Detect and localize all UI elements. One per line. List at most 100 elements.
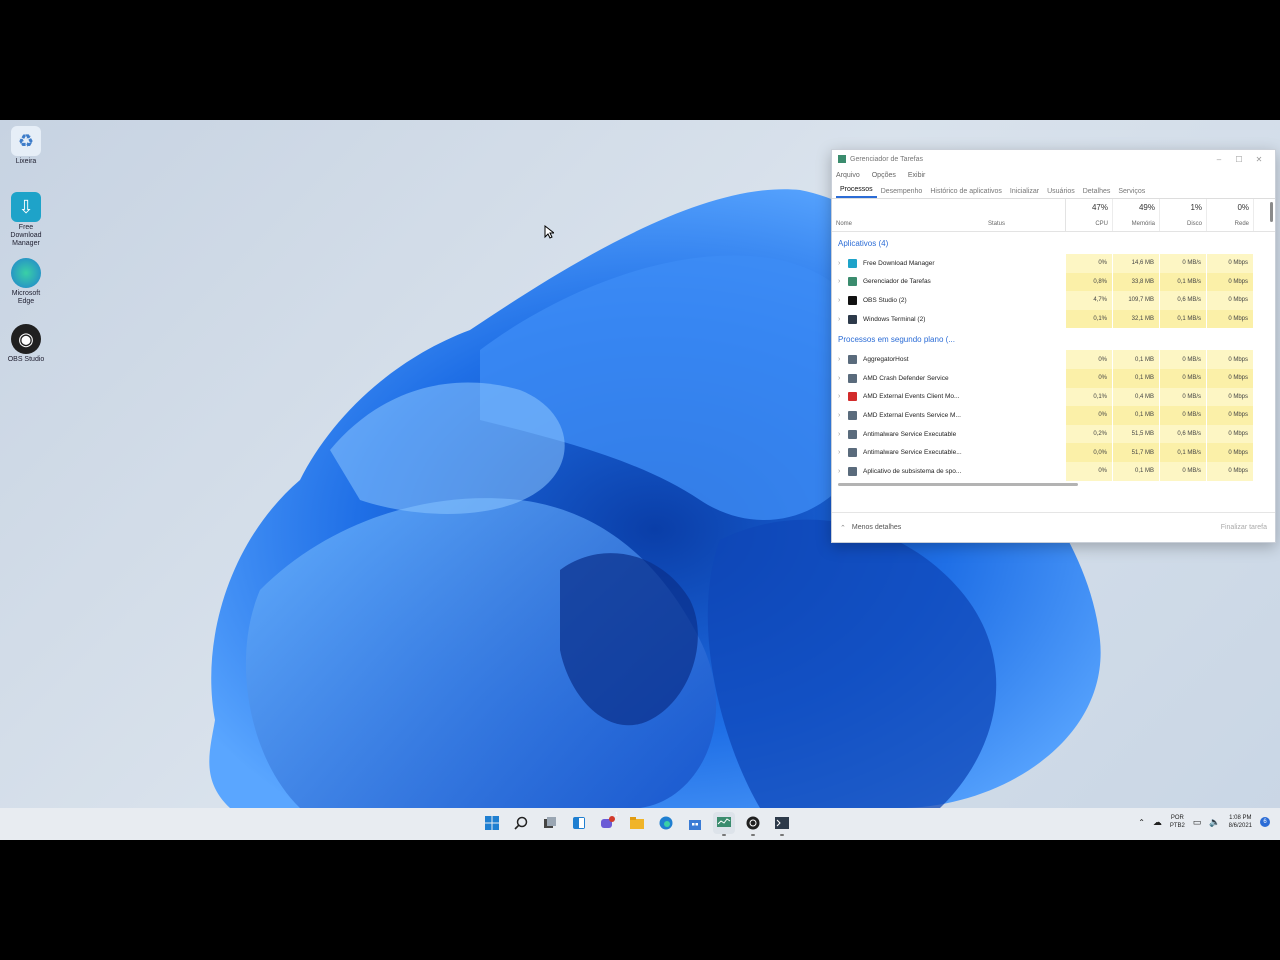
cpu-cell: 0,1% [1066,309,1113,329]
process-name: Aplicativo de subsistema de spo... [863,467,962,475]
process-row[interactable]: › OBS Studio (2) 4,7% 109,7 MB 0,6 MB/s 0 Mbp… [832,291,1275,310]
process-row[interactable]: › Aplicativo de subsistema de spo... 0% 0,1… [832,461,1275,481]
language-indicator[interactable]: POR PTB2 [1170,814,1185,830]
memory-total: 49% [1138,203,1155,212]
menu-exibir[interactable]: Exibir [908,172,926,179]
desktop-icon-label: Microsoft Edge [11,290,41,305]
chevron-right-icon[interactable]: › [838,431,848,438]
process-name-cell: › AMD External Events Service M... [832,410,1066,420]
column-disk[interactable]: 1% Disco [1160,199,1207,231]
process-name: Free Download Manager [863,259,935,267]
clock[interactable]: 1:08 PM 8/6/2021 [1229,814,1252,830]
horizontal-scrollbar[interactable] [838,483,1078,486]
process-row[interactable]: › AMD External Events Service M... 0% 0,1 M… [832,406,1275,425]
cpu-cell: 0% [1066,406,1113,425]
process-row[interactable]: › AMD Crash Defender Service 0% 0,1 MB 0 MB/… [832,368,1275,388]
store-button[interactable] [684,812,706,834]
desktop-icon-free-download-manager[interactable]: ⇩ Free Download Manager [4,192,48,248]
tab-detalhes[interactable]: Detalhes [1079,188,1115,198]
chevron-right-icon[interactable]: › [838,260,848,267]
keyboard-layout: PTB2 [1169,823,1185,829]
maximize-button[interactable]: ☐ [1229,155,1249,164]
desktop-icon-edge[interactable]: Microsoft Edge [4,258,48,306]
title-bar: Gerenciador de Tarefas – ☐ ✕ [832,150,1275,168]
disk-cell: 0 MB/s [1160,406,1207,425]
recycle-bin-icon: ♻ [11,126,41,156]
start-button[interactable] [481,812,503,834]
chevron-up-icon[interactable]: ⌃ [1138,818,1145,827]
process-row[interactable]: › Windows Terminal (2) 0,1% 32,1 MB 0,1 MB/s… [832,309,1275,329]
notification-badge[interactable]: 6 [1260,817,1270,827]
column-memory[interactable]: 49% Memória [1113,199,1160,231]
chevron-right-icon[interactable]: › [838,356,848,363]
obs-taskbar-button[interactable] [742,812,764,836]
file-explorer-button[interactable] [626,812,648,834]
process-group-header[interactable]: Aplicativos (4) [832,232,1275,254]
download-manager-icon: ⇩ [11,192,41,222]
process-icon [848,258,857,268]
chevron-right-icon[interactable]: › [838,393,848,400]
network-cell: 0 Mbps [1207,424,1254,444]
less-details-link[interactable]: Menos detalhes [852,524,901,531]
file-explorer-icon [630,817,644,829]
process-row[interactable]: › AggregatorHost 0% 0,1 MB 0 MB/s 0 Mbps [832,350,1275,369]
process-row[interactable]: › Gerenciador de Tarefas 0,8% 33,8 MB 0,1 MB… [832,272,1275,292]
window-title: Gerenciador de Tarefas [850,155,924,163]
taskbar: 1 ⌃ ☁ POR PTB2 ▭ 🔈 1:08 PM 8/6/2021 6 [0,808,1280,840]
chevron-up-icon: ⌃ [840,524,846,532]
tab-historico[interactable]: Histórico de aplicativos [926,188,1006,198]
cloud-icon[interactable]: ☁ [1153,817,1162,828]
desktop-icon-recycle-bin[interactable]: ♻ Lixeira [4,126,48,166]
chevron-right-icon[interactable]: › [838,375,848,382]
chat-badge: 1 [615,812,618,818]
process-row[interactable]: › AMD External Events Client Mo... 0,1% 0,4… [832,387,1275,407]
disk-cell: 0 MB/s [1160,350,1207,369]
chevron-right-icon[interactable]: › [838,468,848,475]
task-manager-taskbar-button[interactable] [713,812,735,836]
widgets-button[interactable] [568,812,590,834]
tab-desempenho[interactable]: Desempenho [877,188,927,198]
memory-cell: 0,1 MB [1113,461,1160,481]
process-row[interactable]: › Free Download Manager 0% 14,6 MB 0 MB/s 0 M… [832,254,1275,273]
disk-cell: 0,1 MB/s [1160,272,1207,292]
column-network[interactable]: 0% Rede [1207,199,1254,231]
network-cell: 0 Mbps [1207,350,1254,369]
terminal-taskbar-button[interactable] [771,812,793,836]
desktop-screen: ♻ Lixeira ⇩ Free Download Manager Micros… [0,120,1280,840]
network-icon[interactable]: ▭ [1193,817,1202,828]
tab-usuarios[interactable]: Usuários [1043,188,1079,198]
search-button[interactable] [510,812,532,834]
process-name: Antimalware Service Executable... [863,449,962,457]
chevron-right-icon[interactable]: › [838,449,848,456]
close-button[interactable]: ✕ [1249,155,1269,164]
task-view-button[interactable] [539,812,561,834]
chevron-right-icon[interactable]: › [838,412,848,419]
end-task-button[interactable]: Finalizar tarefa [1221,524,1267,531]
tab-inicializar[interactable]: Inicializar [1006,188,1043,198]
tab-servicos[interactable]: Serviços [1114,188,1149,198]
column-name[interactable]: Nome [832,199,984,231]
column-cpu[interactable]: 47% CPU [1066,199,1113,231]
column-status[interactable]: Status [984,199,1066,231]
vertical-scrollbar[interactable] [1270,202,1273,222]
chat-button[interactable]: 1 [597,812,619,834]
edge-icon [659,816,673,830]
desktop-icon-obs[interactable]: ◉ OBS Studio [4,324,48,364]
chevron-right-icon[interactable]: › [838,316,848,323]
chevron-right-icon[interactable]: › [838,297,848,304]
tab-processos[interactable]: Processos [836,186,877,198]
memory-label: Memória [1131,221,1155,227]
minimize-button[interactable]: – [1209,155,1229,164]
process-row[interactable]: › Antimalware Service Executable 0,2% 51,5 … [832,424,1275,444]
menu-arquivo[interactable]: Arquivo [836,172,860,179]
process-name-cell: › Aplicativo de subsistema de spo... [832,466,1066,476]
process-icon [848,466,857,476]
volume-icon[interactable]: 🔈 [1209,817,1220,828]
widgets-icon [573,817,585,829]
cpu-cell: 0% [1066,350,1113,369]
chevron-right-icon[interactable]: › [838,278,848,285]
menu-opcoes[interactable]: Opções [872,172,896,179]
process-group-header[interactable]: Processos em segundo plano (... [832,328,1275,350]
edge-button[interactable] [655,812,677,834]
process-row[interactable]: › Antimalware Service Executable... 0,0% 51… [832,443,1275,462]
